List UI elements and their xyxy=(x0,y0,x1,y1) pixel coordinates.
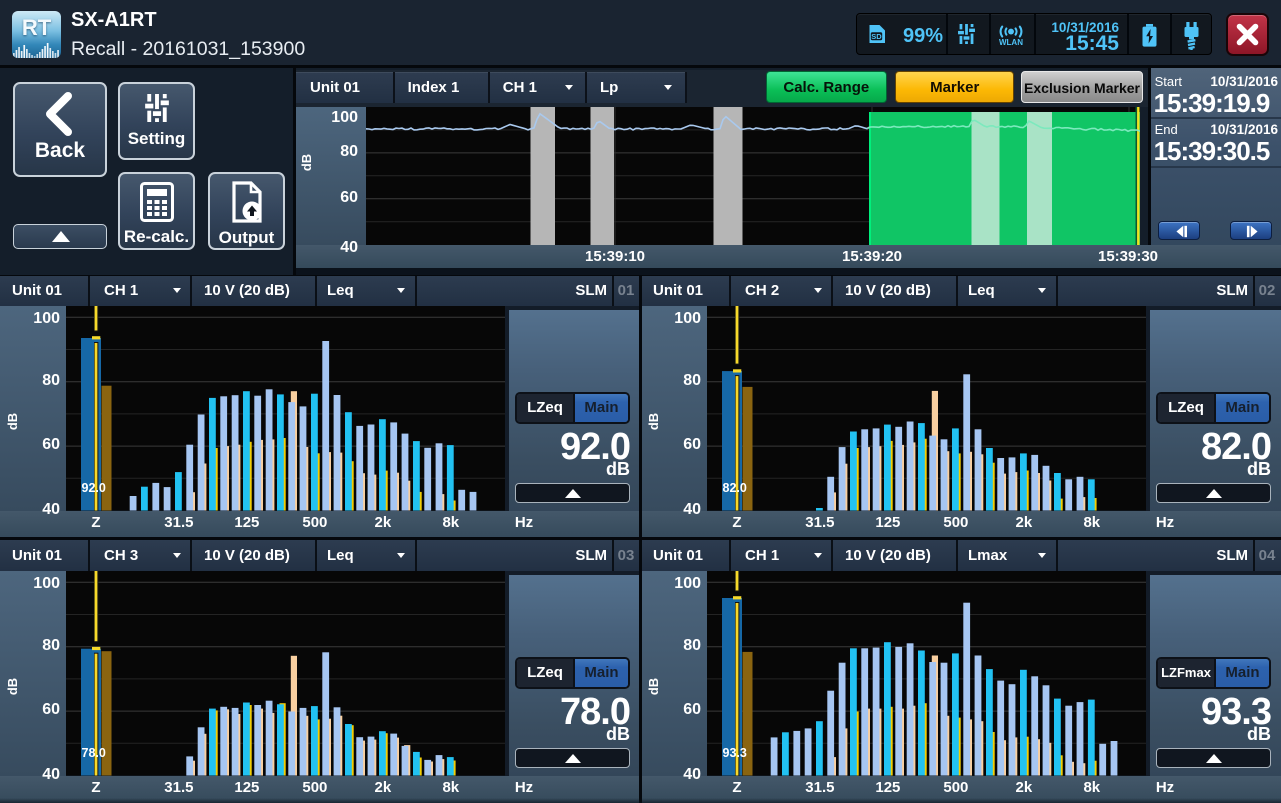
svg-text:WLAN: WLAN xyxy=(999,38,1023,46)
svg-text:SD: SD xyxy=(871,32,882,41)
